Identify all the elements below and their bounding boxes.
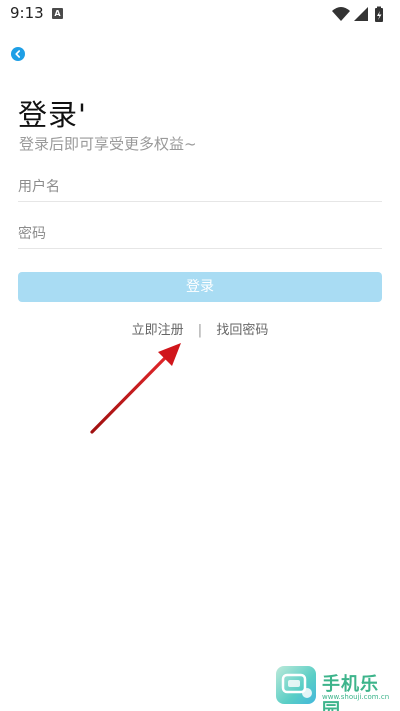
password-input[interactable] — [18, 222, 382, 246]
status-bar: 9:13 A — [0, 0, 400, 28]
chevron-left-icon — [15, 50, 20, 58]
login-button[interactable]: 登录 — [18, 272, 382, 302]
wifi-icon — [332, 7, 350, 21]
account-links: 立即注册 | 找回密码 — [0, 319, 400, 338]
password-field-container — [18, 222, 382, 249]
page-title: 登录' — [18, 98, 87, 132]
register-link[interactable]: 立即注册 — [132, 323, 184, 338]
username-field-container — [18, 175, 382, 202]
back-button[interactable] — [11, 47, 25, 61]
page-subtitle: 登录后即可享受更多权益~ — [19, 135, 197, 153]
watermark: 手机乐园 www.shouji.com.cn — [276, 666, 396, 711]
status-icons — [330, 5, 390, 23]
recover-password-link[interactable]: 找回密码 — [216, 323, 268, 338]
status-time: 9:13 — [10, 4, 44, 22]
watermark-logo-icon — [276, 666, 316, 704]
link-separator: | — [197, 323, 203, 338]
battery-charging-icon — [375, 6, 383, 22]
username-input[interactable] — [18, 175, 382, 199]
signal-icon — [354, 7, 368, 21]
login-screen: 9:13 A 登录' 登录后即可享受更多权益~ 用户名 登录 立即注册 | 找回… — [0, 0, 400, 711]
notification-a-icon: A — [52, 8, 63, 19]
watermark-title: 手机乐园 — [322, 674, 379, 711]
watermark-url: www.shouji.com.cn — [322, 693, 390, 701]
